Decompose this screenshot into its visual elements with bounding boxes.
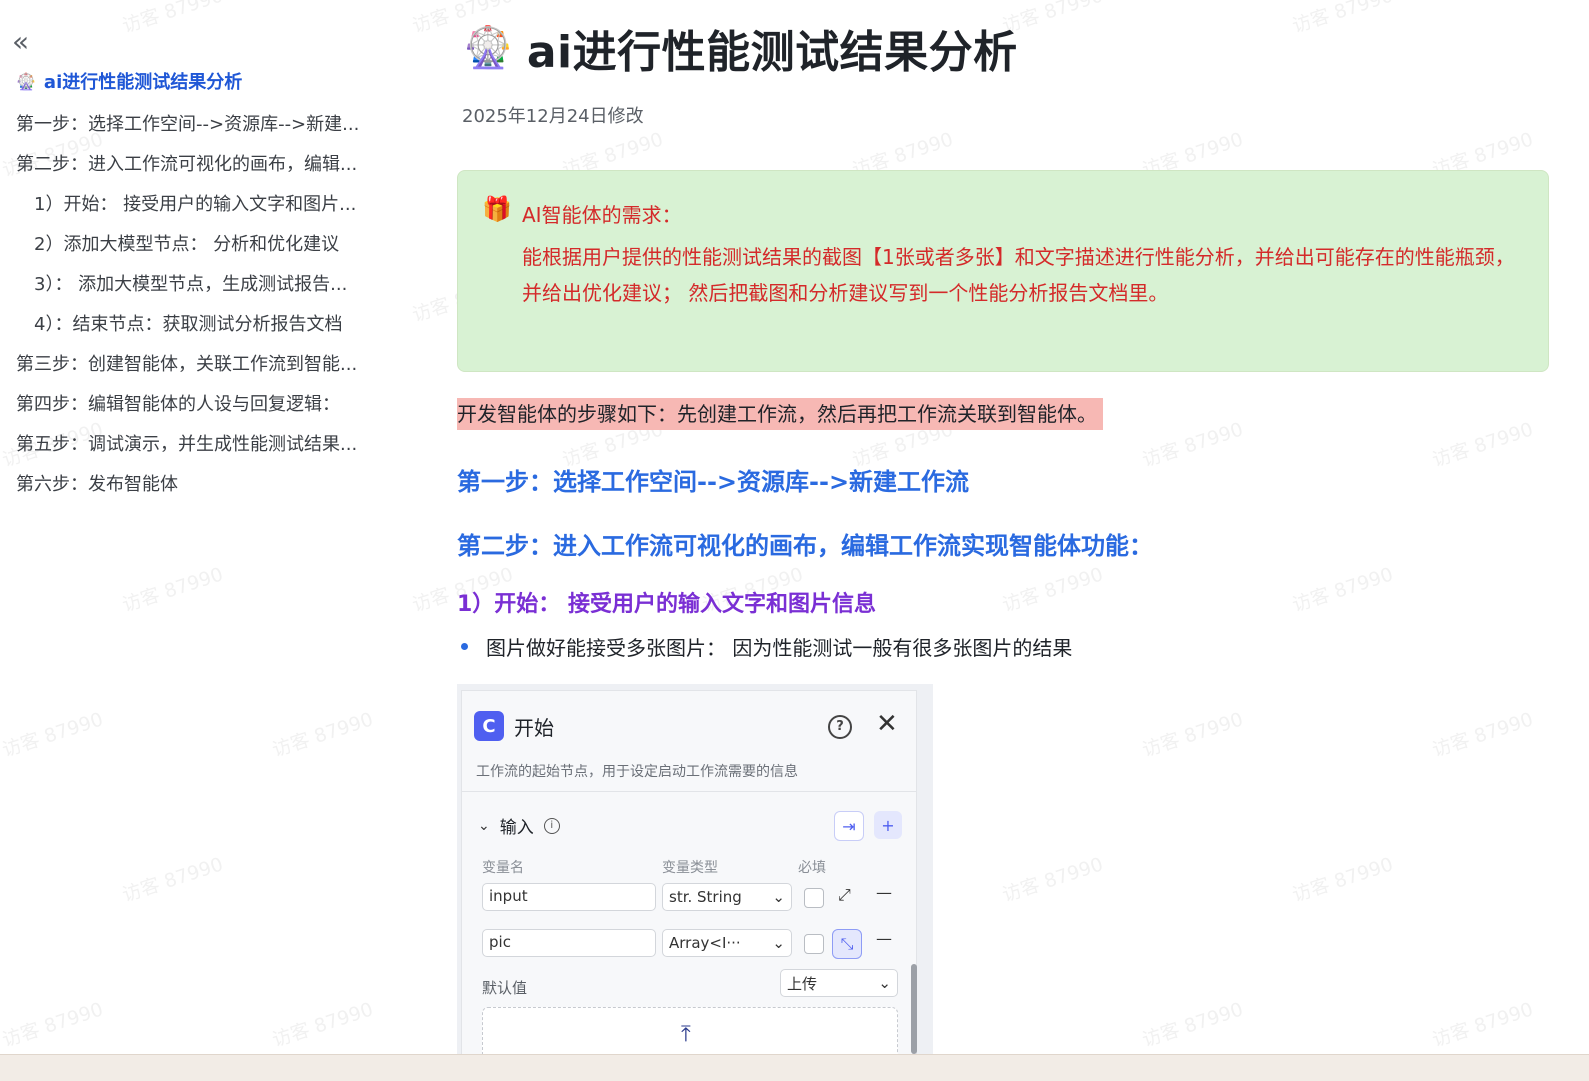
heading-step2: 第二步：进入工作流可视化的画布，编辑工作流实现智能体功能： (457, 532, 1153, 560)
start-node-panel: C 开始 ? ✕ 工作流的起始节点，用于设定启动工作流需要的信息 ⌄ 输入 i … (461, 690, 917, 1054)
toc-item-step5[interactable]: 第五步：调试演示，并生成性能测试结果... (16, 430, 372, 456)
chevron-down-icon: ⌄ (772, 934, 785, 952)
default-value-label: 默认值 (482, 979, 528, 997)
expand-icon[interactable]: ⤢ (838, 885, 851, 905)
info-icon: i (543, 817, 560, 834)
remove-icon[interactable]: — (876, 929, 892, 948)
watermark: 访客 87990 (1139, 418, 1246, 472)
requirement-callout: 🎁 AI智能体的需求： 能根据用户提供的性能测试结果的截图【1张或者多张】和文字… (457, 170, 1549, 372)
ferris-wheel-icon: 🎡 (463, 25, 513, 71)
watermark: 访客 87990 (999, 853, 1106, 907)
var-type-value: Array<I··· (669, 934, 741, 952)
chevron-down-icon: ⌄ (772, 888, 785, 906)
var-type-select[interactable]: Array<I··· ⌄ (662, 929, 792, 957)
start-node-logo-icon: C (474, 711, 504, 741)
var-name-input[interactable]: pic (482, 929, 656, 957)
scrollbar[interactable] (911, 964, 917, 1054)
bullet-text: 图片做好能接受多张图片： 因为性能测试一般有很多张图片的结果 (486, 636, 1073, 660)
input-section-toggle[interactable]: ⌄ 输入 i (478, 813, 560, 838)
subheading-start: 1）开始： 接受用户的输入文字和图片信息 (457, 592, 876, 617)
close-icon[interactable]: ✕ (876, 709, 898, 739)
chevron-down-icon: ⌄ (878, 974, 891, 992)
bullet-item: 图片做好能接受多张图片： 因为性能测试一般有很多张图片的结果 (461, 632, 1072, 661)
divider (462, 791, 916, 792)
col-header-required: 必填 (798, 860, 826, 876)
watermark: 访客 87990 (1139, 708, 1246, 762)
bottom-bar (0, 1054, 1589, 1081)
default-value-select[interactable]: 上传 ⌄ (780, 969, 898, 997)
double-chevron-left-icon[interactable]: « (12, 28, 40, 56)
toc-item-step1[interactable]: 第一步：选择工作空间-->资源库-->新建... (16, 110, 372, 136)
toc-item-step2[interactable]: 第二步：进入工作流可视化的画布，编辑... (16, 150, 372, 176)
highlighted-text: 开发智能体的步骤如下：先创建工作流，然后再把工作流关联到智能体。 (457, 398, 1103, 430)
gift-icon: 🎁 (482, 195, 512, 223)
var-name-input[interactable]: input (482, 883, 656, 911)
watermark: 访客 87990 (1429, 708, 1536, 762)
toc-item-step2-2[interactable]: 2）添加大模型节点： 分析和优化建议 (34, 230, 372, 256)
watermark: 访客 87990 (1429, 998, 1536, 1052)
required-checkbox[interactable] (804, 934, 824, 954)
toc-item-step2-4[interactable]: 4）：结束节点：获取测试分析报告文档 (34, 310, 372, 336)
col-header-name: 变量名 (482, 860, 524, 876)
toc-sidebar: « 🎡 ai进行性能测试结果分析 第一步：选择工作空间-->资源库-->新建..… (0, 0, 390, 1060)
var-type-value: str. String (669, 888, 742, 906)
toc-item-step6[interactable]: 第六步：发布智能体 (16, 470, 372, 496)
watermark: 访客 87990 (1289, 0, 1396, 38)
toc-title[interactable]: 🎡 ai进行性能测试结果分析 (16, 68, 242, 94)
upload-icon: ⤒ (681, 1022, 691, 1047)
add-icon[interactable]: + (874, 811, 902, 839)
watermark: 访客 87990 (1429, 418, 1536, 472)
remove-icon[interactable]: — (876, 883, 892, 902)
embedded-screenshot: C 开始 ? ✕ 工作流的起始节点，用于设定启动工作流需要的信息 ⌄ 输入 i … (457, 684, 933, 1054)
var-type-select[interactable]: str. String ⌄ (662, 883, 792, 911)
watermark: 访客 87990 (1289, 563, 1396, 617)
callout-body: 能根据用户提供的性能测试结果的截图【1张或者多张】和文字描述进行性能分析，并给出… (522, 245, 1515, 305)
heading-step1: 第一步：选择工作空间-->资源库-->新建工作流 (457, 468, 970, 496)
ferris-wheel-icon: 🎡 (16, 71, 36, 91)
callout-title: AI智能体的需求： (522, 203, 682, 227)
import-icon[interactable]: ⇥ (834, 811, 864, 841)
watermark: 访客 87990 (1139, 998, 1246, 1052)
bullet-dot (461, 643, 468, 650)
upload-area[interactable]: ⤒ (482, 1007, 898, 1054)
toc-item-step2-3[interactable]: 3）： 添加大模型节点，生成测试报告... (34, 270, 372, 296)
panel-description: 工作流的起始节点，用于设定启动工作流需要的信息 (476, 764, 798, 780)
default-value-text: 上传 (787, 974, 818, 993)
help-icon[interactable]: ? (828, 715, 852, 739)
page-title: 🎡 ai进行性能测试结果分析 (463, 16, 1018, 80)
modified-date: 2025年12月24日修改 (462, 106, 644, 127)
panel-header: C 开始 (474, 711, 554, 741)
section-label: 输入 (499, 818, 534, 838)
chevron-down-icon: ⌄ (478, 817, 490, 834)
toc-item-step2-1[interactable]: 1）开始： 接受用户的输入文字和图片... (34, 190, 372, 216)
toc-item-step4[interactable]: 第四步：编辑智能体的人设与回复逻辑： (16, 390, 372, 416)
page-title-text: ai进行性能测试结果分析 (526, 27, 1018, 78)
watermark: 访客 87990 (999, 563, 1106, 617)
toc-item-step3[interactable]: 第三步：创建智能体，关联工作流到智能... (16, 350, 372, 376)
toc-title-label: ai进行性能测试结果分析 (43, 72, 243, 93)
panel-title: 开始 (514, 715, 554, 740)
col-header-type: 变量类型 (662, 860, 718, 876)
watermark: 访客 87990 (1289, 853, 1396, 907)
collapse-icon[interactable]: ⤡ (832, 929, 862, 959)
required-checkbox[interactable] (804, 888, 824, 908)
